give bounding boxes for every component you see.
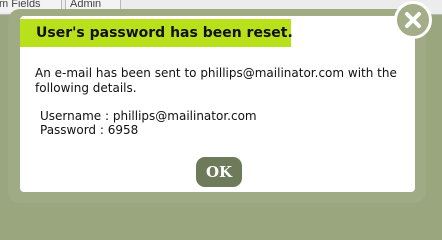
dialog-message: An e-mail has been sent to phillips@mail… [35,66,397,95]
password-reset-dialog: User's password has been reset. An e-mai… [20,16,415,192]
username-value: phillips@mailinator.com [112,109,257,123]
password-detail: Password : 6958 [40,123,138,137]
dialog-title: User's password has been reset. [36,25,293,41]
close-icon [405,12,421,28]
username-label: Username : [40,109,113,123]
ok-button[interactable]: OK [196,157,242,187]
password-value: 6958 [107,123,139,137]
username-detail: Username : phillips@mailinator.com [40,109,257,123]
dialog-title-bar: User's password has been reset. [20,19,293,47]
close-button[interactable] [394,1,432,39]
password-label: Password : [40,123,108,137]
